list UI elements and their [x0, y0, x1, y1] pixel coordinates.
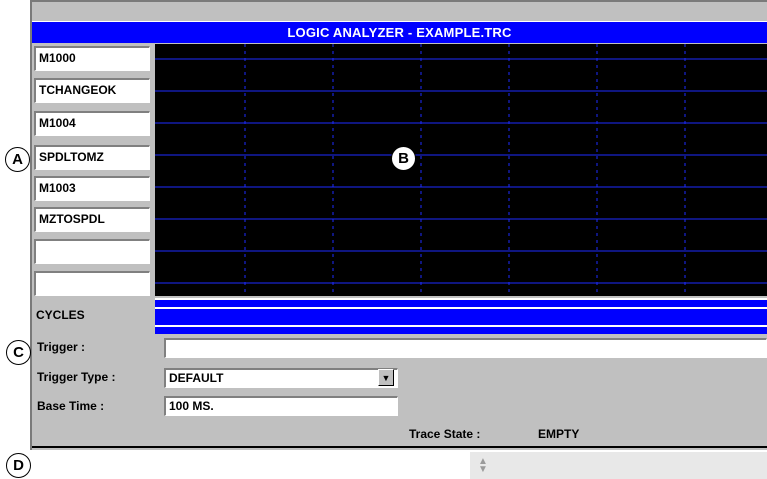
trigger-label: Trigger : [37, 340, 86, 354]
cycles-timeline[interactable] [155, 298, 767, 334]
trigger-type-select[interactable]: DEFAULT [164, 368, 398, 388]
trigger-input[interactable] [164, 338, 767, 358]
waveform-grid [155, 44, 767, 296]
title-bar: LOGIC ANALYZER - EXAMPLE.TRC [32, 21, 767, 43]
base-time-input[interactable]: 100 MS. [164, 396, 398, 416]
trigger-type-label: Trigger Type : [37, 370, 116, 384]
callout-b: B [391, 146, 416, 171]
up-down-arrow-icon[interactable]: ▲ ▼ [478, 457, 488, 475]
cycles-divider-bottom [155, 325, 767, 327]
trace-state-label: Trace State : [409, 427, 481, 441]
waveform-plot[interactable] [155, 44, 767, 296]
trigger-type-value: DEFAULT [169, 371, 224, 385]
chevron-down-icon[interactable]: ▼ [378, 369, 394, 386]
callout-d: D [6, 453, 31, 478]
window-title: LOGIC ANALYZER - EXAMPLE.TRC [287, 25, 512, 40]
signal-field-4[interactable]: SPDLTOMZ [34, 145, 150, 170]
status-bar-right [470, 452, 767, 479]
signal-field-5[interactable]: M1003 [34, 176, 150, 201]
window-bottom-edge [32, 446, 767, 448]
trace-state-value: EMPTY [538, 427, 580, 441]
signal-field-1[interactable]: M1000 [34, 46, 150, 71]
callout-a: A [5, 147, 30, 172]
cycles-divider-top [155, 307, 767, 309]
signal-field-7[interactable] [34, 239, 150, 264]
signal-field-8[interactable] [34, 271, 150, 296]
signal-field-3[interactable]: M1004 [34, 111, 150, 136]
signal-field-6[interactable]: MZTOSPDL [34, 207, 150, 232]
signal-field-2[interactable]: TCHANGEOK [34, 78, 150, 103]
base-time-label: Base Time : [37, 399, 105, 413]
callout-c: C [6, 340, 31, 365]
cycles-label: CYCLES [36, 308, 85, 322]
status-bar-left [33, 452, 470, 479]
